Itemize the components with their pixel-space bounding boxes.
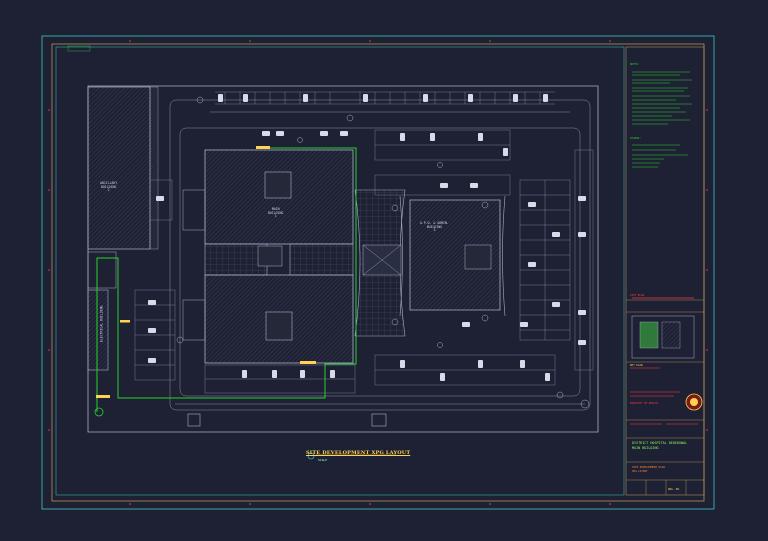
notes-heading: NOTES:	[630, 63, 640, 66]
electrical-building	[87, 289, 109, 371]
scale-note: SCALE	[318, 458, 328, 462]
ancillary-building	[87, 86, 151, 250]
notes-lines	[632, 71, 692, 168]
electrical-label-line2: BUILDING	[99, 305, 104, 321]
title-block	[625, 46, 705, 496]
sheet-label: SITE PLAN	[630, 294, 645, 297]
electrical-building-label: ELECTRICAL BUILDING	[99, 305, 104, 343]
main-label-line3: 1	[274, 214, 277, 219]
parking-right	[519, 149, 594, 371]
xpg-origin-marker	[94, 407, 104, 417]
title-block-red-text-lines	[630, 367, 698, 425]
opd-admin-building	[399, 195, 506, 317]
emblem-logo	[685, 393, 703, 411]
key-plan-label: KEY PLAN	[630, 364, 643, 367]
opd-label-line3: 3	[433, 228, 436, 233]
client-line: MINISTRY OF HEALTH	[630, 402, 659, 405]
site-gates	[187, 413, 387, 427]
parking-top	[215, 91, 555, 105]
key-plan-map	[631, 315, 695, 359]
legend-heading: LEGEND:	[630, 137, 641, 140]
opd-building-label: O.P.D. & ADMIN. BUILDING 3	[420, 221, 449, 233]
ancillary-building-label: ANCILLARY BUILDING 2	[100, 181, 117, 193]
project-name-line2: MAIN BUILDING	[632, 446, 659, 450]
electrical-label-line1: ELECTRICAL	[99, 322, 104, 343]
ancillary-label-line3: 2	[107, 188, 110, 193]
drawing-number: DWG. NO.	[668, 488, 681, 491]
drawing-title: SITE DEVELOPMENT XPG LAYOUT	[306, 450, 411, 456]
main-building	[182, 149, 354, 364]
project-name-line1: DISTRICT HOSPITAL DEDEDUWAL	[632, 441, 688, 445]
main-building-label: MAIN BUILDING 1	[268, 207, 283, 219]
central-atrium	[354, 189, 406, 337]
drawing-title-line2: XPG LAYOUT	[632, 470, 648, 473]
ancillary-annex	[149, 86, 159, 250]
electrical-yard	[87, 251, 117, 289]
cad-drawing-sheet	[41, 35, 715, 510]
drawing-title-line1: SITE DEVELOPMENT PLAN	[632, 466, 665, 469]
